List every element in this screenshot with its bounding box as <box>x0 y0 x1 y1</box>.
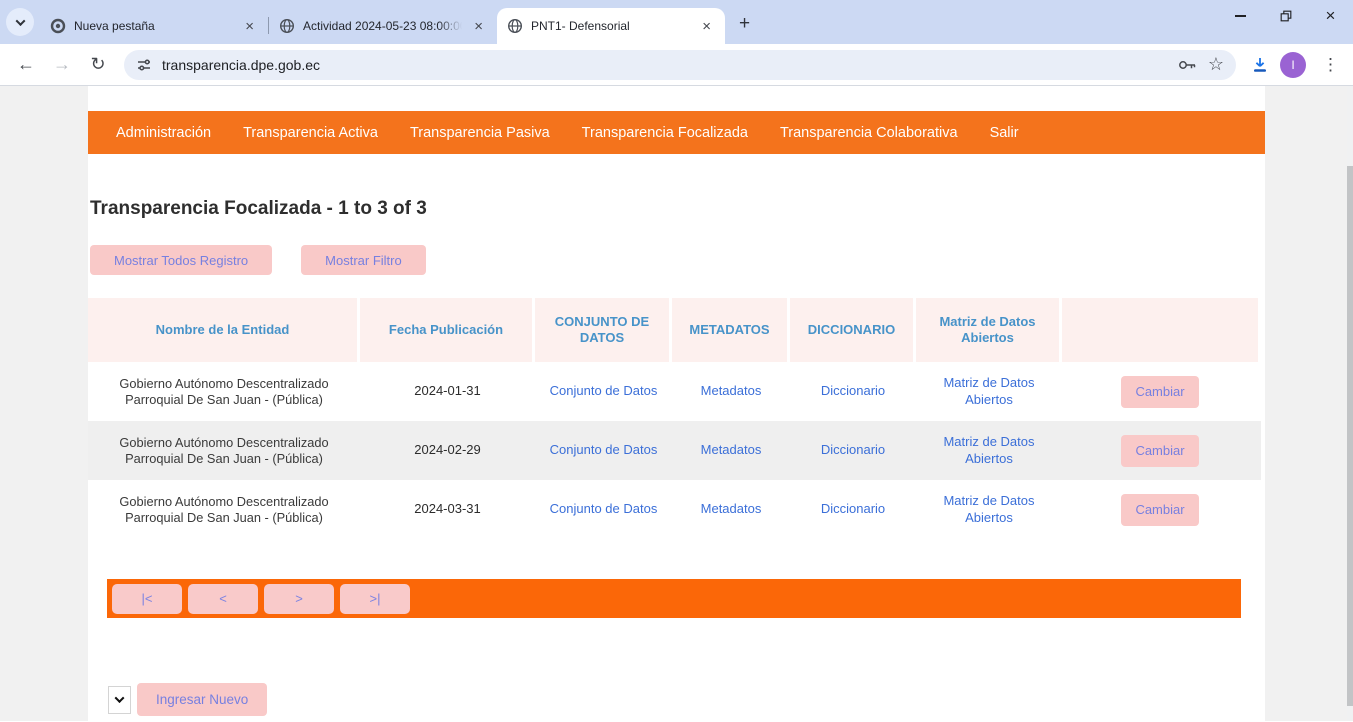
tab-title: Nueva pestaña <box>74 19 233 33</box>
close-icon[interactable]: × <box>698 18 715 35</box>
chrome-icon <box>50 18 66 34</box>
profile-avatar[interactable]: I <box>1280 52 1306 78</box>
back-button[interactable]: ← <box>11 50 41 80</box>
tab-search-button[interactable] <box>6 8 34 36</box>
tab-title: PNT1- Defensorial <box>531 19 690 33</box>
pagination-bar: |< < > >| <box>107 579 1241 618</box>
header-matriz-datos: Matriz de Datos Abiertos <box>916 298 1062 362</box>
previous-page-button[interactable]: < <box>188 584 258 614</box>
date-cell: 2024-03-31 <box>360 480 535 539</box>
mostrar-todos-registro-button[interactable]: Mostrar Todos Registro <box>90 245 272 275</box>
bottom-bar: Ingresar Nuevo <box>108 683 1265 716</box>
globe-icon <box>279 18 295 34</box>
diccionario-link[interactable]: Diccionario <box>790 421 916 480</box>
cambiar-button[interactable]: Cambiar <box>1121 494 1199 526</box>
nav-item-administracion[interactable]: Administración <box>100 125 227 141</box>
date-cell: 2024-01-31 <box>360 362 535 421</box>
site-info-tune-icon[interactable] <box>136 57 152 73</box>
ingresar-nuevo-button[interactable]: Ingresar Nuevo <box>137 683 267 716</box>
entity-cell: Gobierno Autónomo Descentralizado Parroq… <box>88 362 360 421</box>
browser-titlebar: Nueva pestaña × Actividad 2024-05-23 08:… <box>0 0 1353 44</box>
table-row: Gobierno Autónomo Descentralizado Parroq… <box>88 480 1261 539</box>
diccionario-link[interactable]: Diccionario <box>790 362 916 421</box>
reload-button[interactable]: ↻ <box>83 50 113 80</box>
conjunto-datos-link[interactable]: Conjunto de Datos <box>535 421 672 480</box>
nav-item-transparencia-pasiva[interactable]: Transparencia Pasiva <box>394 125 566 141</box>
bookmark-star-icon[interactable]: ☆ <box>1208 54 1224 75</box>
last-page-button[interactable]: >| <box>340 584 410 614</box>
mostrar-filtro-button[interactable]: Mostrar Filtro <box>301 245 426 275</box>
page-title: Transparencia Focalizada - 1 to 3 of 3 <box>90 198 1265 220</box>
matriz-datos-link[interactable]: Matriz de Datos Abiertos <box>916 362 1062 421</box>
header-actions <box>1062 298 1258 362</box>
table-row: Gobierno Autónomo Descentralizado Parroq… <box>88 362 1261 421</box>
site-navbar: Administración Transparencia Activa Tran… <box>88 111 1265 154</box>
metadatos-link[interactable]: Metadatos <box>672 480 790 539</box>
page-content: Administración Transparencia Activa Tran… <box>88 86 1265 721</box>
globe-icon <box>507 18 523 34</box>
browser-toolbar: ← → ↻ transparencia.dpe.gob.ec ☆ I ⋮ <box>0 44 1353 86</box>
close-window-button[interactable]: × <box>1308 0 1353 32</box>
action-buttons: Mostrar Todos Registro Mostrar Filtro <box>90 245 1265 275</box>
scrollbar-thumb[interactable] <box>1347 166 1353 706</box>
scrollbar-track[interactable] <box>1347 86 1353 721</box>
address-bar[interactable]: transparencia.dpe.gob.ec ☆ <box>124 50 1236 80</box>
window-controls: × <box>1218 0 1353 32</box>
matriz-datos-link[interactable]: Matriz de Datos Abiertos <box>916 480 1062 539</box>
header-metadatos: METADATOS <box>672 298 790 362</box>
record-select-dropdown[interactable] <box>108 686 131 714</box>
first-page-button[interactable]: |< <box>112 584 182 614</box>
conjunto-datos-link[interactable]: Conjunto de Datos <box>535 362 672 421</box>
table-row: Gobierno Autónomo Descentralizado Parroq… <box>88 421 1261 480</box>
entity-cell: Gobierno Autónomo Descentralizado Parroq… <box>88 480 360 539</box>
url-text: transparencia.dpe.gob.ec <box>162 57 1168 73</box>
data-table: Nombre de la Entidad Fecha Publicación C… <box>88 298 1261 539</box>
new-tab-button[interactable]: + <box>733 13 756 35</box>
minimize-button[interactable] <box>1218 0 1263 32</box>
nav-item-transparencia-focalizada[interactable]: Transparencia Focalizada <box>566 125 764 141</box>
close-icon[interactable]: × <box>470 18 487 35</box>
nav-item-transparencia-activa[interactable]: Transparencia Activa <box>227 125 394 141</box>
conjunto-datos-link[interactable]: Conjunto de Datos <box>535 480 672 539</box>
table-header-row: Nombre de la Entidad Fecha Publicación C… <box>88 298 1261 362</box>
forward-button[interactable]: → <box>47 50 77 80</box>
download-icon[interactable] <box>1250 55 1270 75</box>
entity-cell: Gobierno Autónomo Descentralizado Parroq… <box>88 421 360 480</box>
matriz-datos-link[interactable]: Matriz de Datos Abiertos <box>916 421 1062 480</box>
page-background: Administración Transparencia Activa Tran… <box>0 86 1353 721</box>
menu-dots-icon[interactable]: ⋮ <box>1316 55 1345 75</box>
close-icon[interactable]: × <box>241 18 258 35</box>
chevron-down-icon <box>115 693 125 703</box>
cambiar-button[interactable]: Cambiar <box>1121 376 1199 408</box>
chevron-down-icon <box>15 16 25 26</box>
nav-item-salir[interactable]: Salir <box>974 125 1035 141</box>
metadatos-link[interactable]: Metadatos <box>672 362 790 421</box>
nav-item-transparencia-colaborativa[interactable]: Transparencia Colaborativa <box>764 125 974 141</box>
date-cell: 2024-02-29 <box>360 421 535 480</box>
restore-button[interactable] <box>1263 0 1308 32</box>
next-page-button[interactable]: > <box>264 584 334 614</box>
tab-nueva-pestana[interactable]: Nueva pestaña × <box>40 8 268 44</box>
header-nombre-entidad: Nombre de la Entidad <box>88 298 360 362</box>
header-conjunto-datos: CONJUNTO DE DATOS <box>535 298 672 362</box>
diccionario-link[interactable]: Diccionario <box>790 480 916 539</box>
header-fecha-publicacion: Fecha Publicación <box>360 298 535 362</box>
cambiar-button[interactable]: Cambiar <box>1121 435 1199 467</box>
tab-pnt1-defensorial[interactable]: PNT1- Defensorial × <box>497 8 725 44</box>
tab-actividad[interactable]: Actividad 2024-05-23 08:00:00 × <box>269 8 497 44</box>
metadatos-link[interactable]: Metadatos <box>672 421 790 480</box>
tab-title: Actividad 2024-05-23 08:00:00 <box>303 19 462 33</box>
password-key-icon[interactable] <box>1178 58 1198 72</box>
header-diccionario: DICCIONARIO <box>790 298 916 362</box>
